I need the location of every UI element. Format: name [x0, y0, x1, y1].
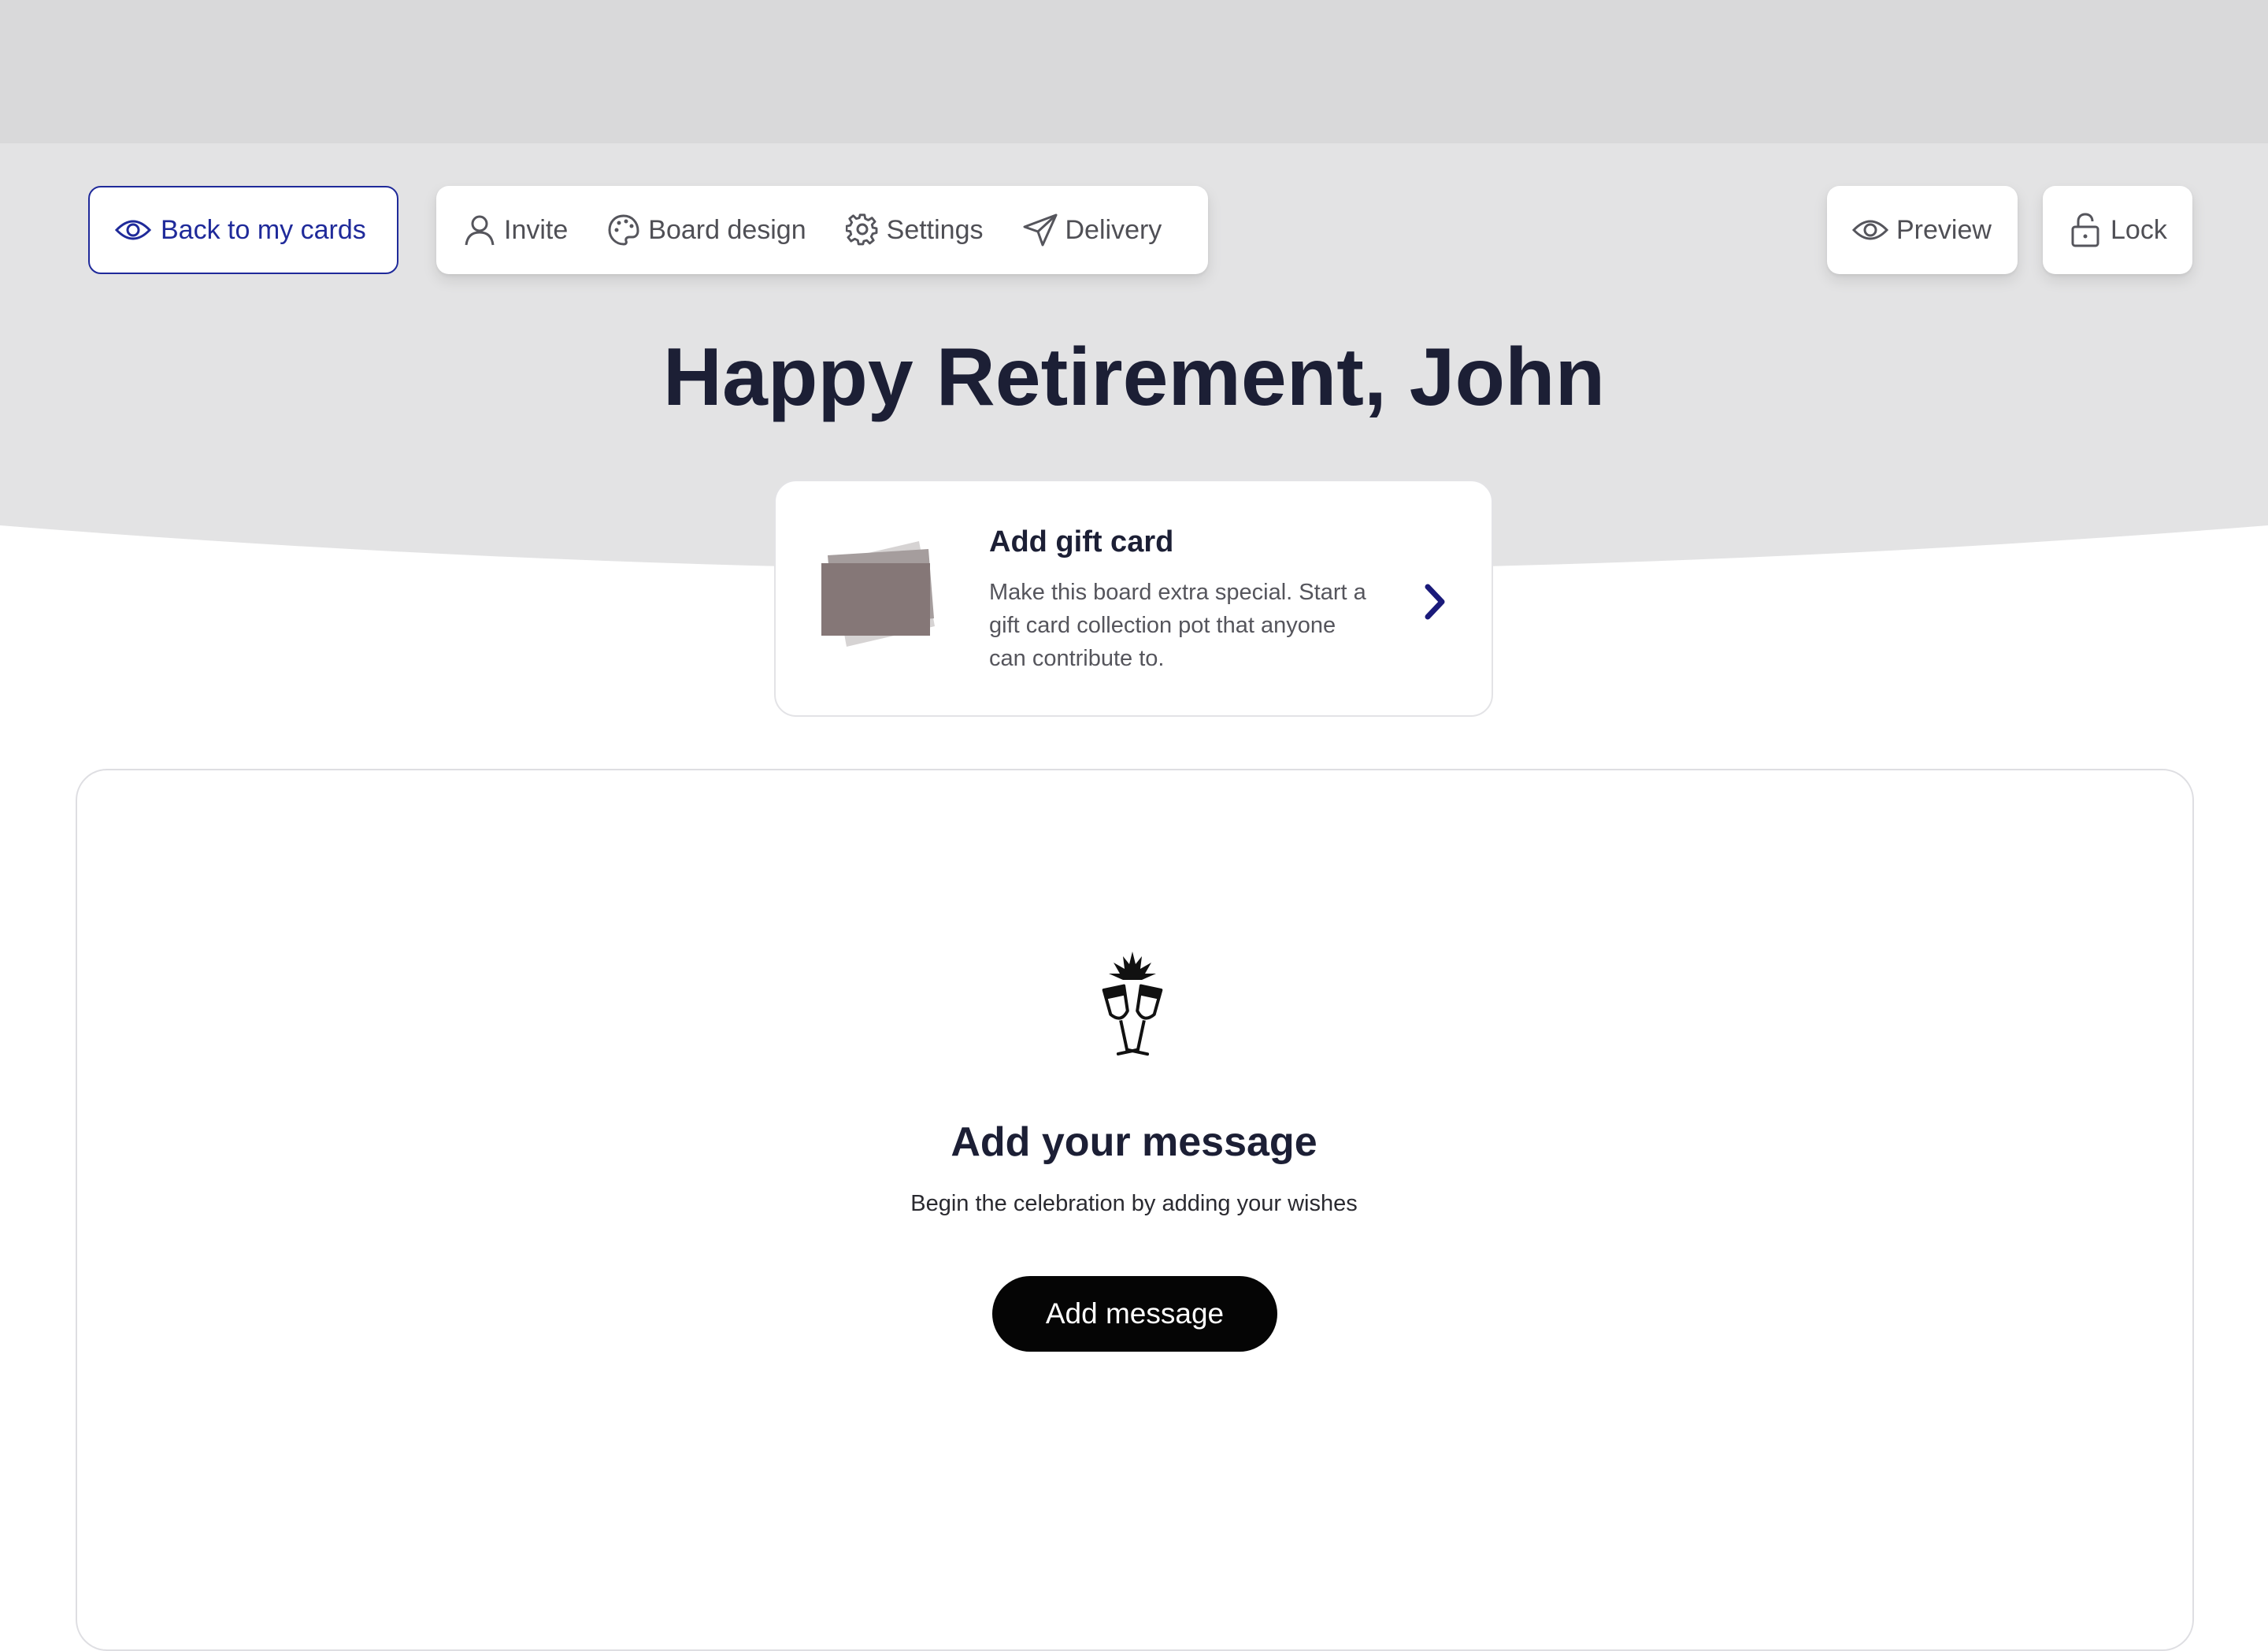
tab-delivery[interactable]: Delivery: [1023, 213, 1162, 247]
chevron-right-icon[interactable]: [1421, 582, 1450, 621]
lock-label: Lock: [2110, 214, 2167, 245]
send-icon: [1023, 213, 1057, 247]
tab-delivery-label: Delivery: [1065, 214, 1162, 245]
add-message-subtitle: Begin the celebration by adding your wis…: [910, 1191, 1358, 1216]
board-title: Happy Retirement, John: [662, 332, 1606, 423]
add-message-button[interactable]: Add message: [992, 1276, 1277, 1352]
gift-card-illustration: [821, 541, 935, 647]
preview-label: Preview: [1896, 214, 1992, 245]
tab-settings[interactable]: Settings: [845, 213, 984, 247]
user-icon: [465, 215, 495, 246]
tab-invite-label: Invite: [504, 214, 569, 245]
back-to-my-cards-label: Back to my cards: [161, 214, 366, 245]
tab-board-design[interactable]: Board design: [607, 213, 806, 247]
eye-icon: [1852, 220, 1888, 240]
eye-icon: [115, 220, 151, 240]
gift-card-heading: Add gift card: [989, 525, 1174, 558]
palette-icon: [608, 214, 639, 246]
champagne-toast-icon: [1102, 952, 1163, 1056]
gift-card-description: Make this board extra special. Start a g…: [989, 580, 1366, 671]
top-strip: [0, 0, 2268, 143]
add-message-heading: Add your message: [951, 1119, 1317, 1165]
lock-icon: [2071, 213, 2099, 247]
tab-board-design-label: Board design: [648, 214, 806, 245]
lock-button[interactable]: Lock: [2043, 186, 2192, 274]
tab-settings-label: Settings: [886, 214, 984, 245]
back-to-my-cards-button[interactable]: Back to my cards: [88, 186, 398, 274]
board-tabs: Invite Board design Settings Delivery: [436, 186, 1208, 274]
add-gift-card[interactable]: Add gift card Make this board extra spec…: [774, 480, 1493, 717]
preview-button[interactable]: Preview: [1827, 186, 2018, 274]
tab-invite[interactable]: Invite: [463, 213, 568, 247]
gear-icon: [845, 213, 878, 246]
